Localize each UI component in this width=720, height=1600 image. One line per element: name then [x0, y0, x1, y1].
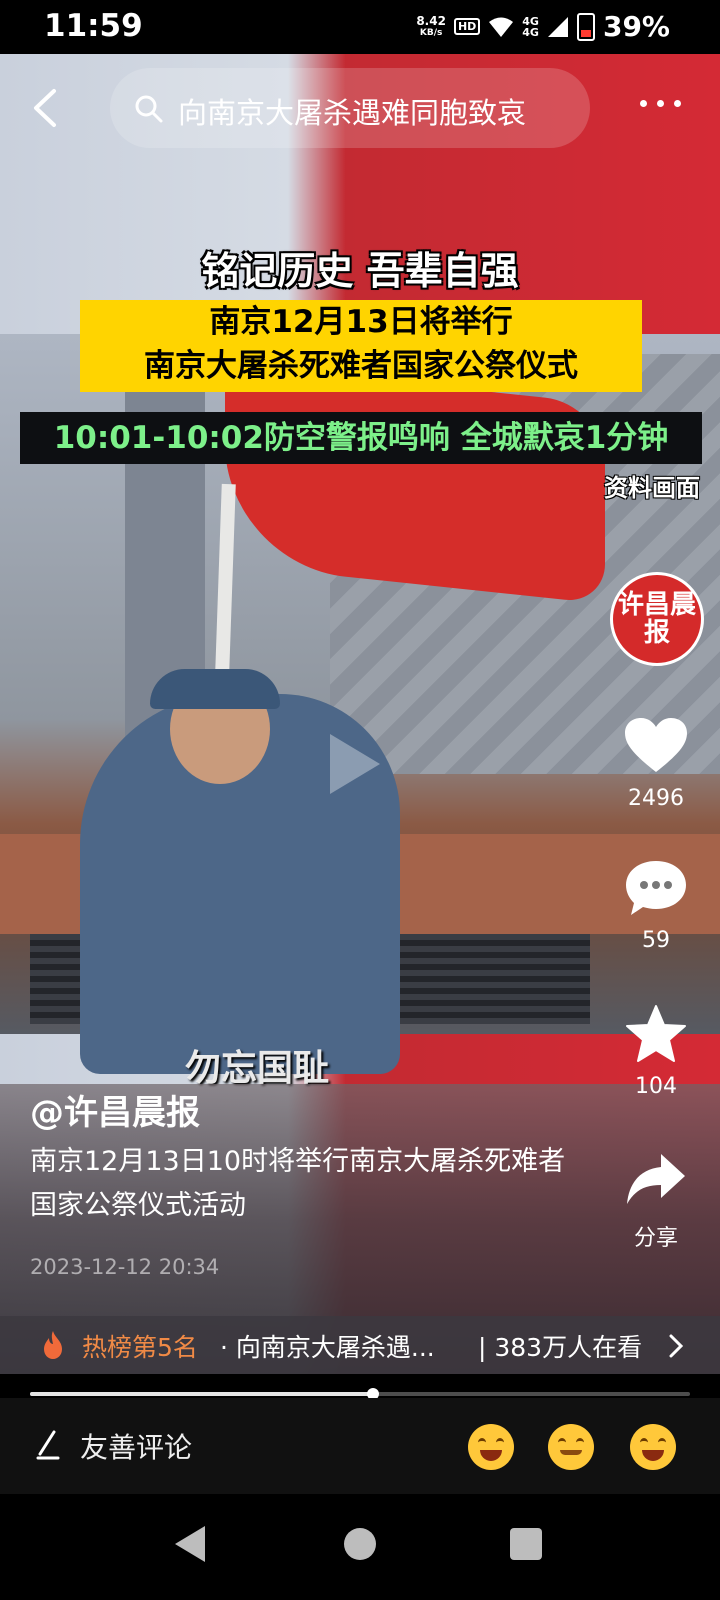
comment-count: 59: [642, 928, 670, 953]
signal-icon: [547, 16, 568, 37]
laugh-emoji-icon[interactable]: [468, 1424, 514, 1470]
hot-topic: · 向南京大屠杀遇...: [220, 1333, 435, 1362]
comment-input[interactable]: 友善评论: [80, 1426, 192, 1466]
more-dot: [657, 100, 664, 107]
author-name[interactable]: @许昌晨报: [30, 1085, 200, 1134]
system-nav-bar: [0, 1494, 720, 1600]
back-arrow-icon[interactable]: [30, 88, 60, 128]
network-type-2: 4G: [522, 25, 539, 39]
search-bar[interactable]: 向南京大屠杀遇难同胞致哀: [110, 68, 590, 148]
yellow-caption-line2: 南京大屠杀死难者国家公祭仪式: [144, 348, 578, 384]
source-label: 资料画面: [604, 474, 700, 502]
post-description: 南京12月13日10时将举行南京大屠杀死难者国家公祭仪式活动: [30, 1146, 566, 1221]
wifi-icon: [489, 17, 514, 37]
yellow-caption: 南京12月13日将举行 南京大屠杀死难者国家公祭仪式: [80, 300, 642, 392]
heart-icon: [625, 718, 687, 772]
chevron-right-icon: [669, 1334, 684, 1358]
hd-icon: HD: [453, 18, 481, 35]
top-bar: 向南京大屠杀遇难同胞致哀: [0, 60, 720, 150]
network-type-1: 4G: [522, 14, 539, 28]
status-bar: 11:59 8.42 KB/s HD 4G 4G 39%: [0, 0, 720, 54]
status-time: 11:59: [44, 8, 143, 44]
grin-emoji-icon[interactable]: [630, 1424, 676, 1470]
search-query: 向南京大屠杀遇难同胞致哀: [178, 96, 527, 130]
network-speed-unit: KB/s: [419, 27, 443, 38]
progress-fill: [30, 1392, 374, 1396]
soldier-cap: [150, 669, 280, 709]
battery-icon: [576, 12, 595, 41]
nav-home-icon[interactable]: [344, 1528, 376, 1560]
share-label: 分享: [633, 1226, 678, 1251]
favorite-button[interactable]: 104: [606, 1004, 706, 1099]
comment-button[interactable]: 59: [606, 858, 706, 953]
pen-icon: [36, 1430, 60, 1460]
comment-icon: [626, 861, 686, 915]
alarm-caption: 10:01-10:02防空警报鸣响 全城默哀1分钟: [20, 412, 702, 464]
network-type: 4G 4G: [522, 16, 539, 38]
yellow-caption-line1: 南京12月13日将举行: [209, 304, 513, 340]
video-progress-bar[interactable]: [30, 1388, 690, 1400]
nav-back-icon[interactable]: [175, 1526, 205, 1562]
fire-icon: [44, 1331, 62, 1359]
comment-bar[interactable]: 友善评论: [0, 1398, 720, 1494]
play-icon: [330, 734, 380, 794]
share-icon: [627, 1154, 685, 1204]
star-icon: [626, 1005, 686, 1062]
post-date: 2023-12-12 20:34: [30, 1255, 220, 1279]
network-speed-value: 8.42: [416, 13, 446, 28]
like-button[interactable]: 2496: [606, 716, 706, 811]
author-avatar[interactable]: 许昌晨报: [610, 572, 704, 666]
share-button[interactable]: 分享: [606, 1150, 706, 1252]
hot-rank-bar[interactable]: 热榜第5名 · 向南京大屠杀遇... | 383万人在看: [0, 1316, 720, 1374]
search-icon: [135, 95, 163, 123]
more-dot: [674, 100, 681, 107]
battery-percent: 39%: [602, 10, 670, 43]
hot-watch-count: | 383万人在看: [478, 1333, 643, 1362]
network-speed: 8.42 KB/s: [416, 15, 446, 39]
nav-recent-icon[interactable]: [510, 1528, 542, 1560]
video-headline: 铭记历史 吾辈自强: [201, 249, 519, 293]
like-count: 2496: [628, 786, 684, 811]
hot-rank-label: 热榜第5名: [82, 1333, 198, 1362]
smirk-emoji-icon[interactable]: [548, 1424, 594, 1470]
favorite-count: 104: [635, 1074, 677, 1099]
more-icon[interactable]: [640, 100, 681, 107]
status-indicators: 8.42 KB/s HD 4G 4G 39%: [416, 10, 670, 43]
more-dot: [640, 100, 647, 107]
